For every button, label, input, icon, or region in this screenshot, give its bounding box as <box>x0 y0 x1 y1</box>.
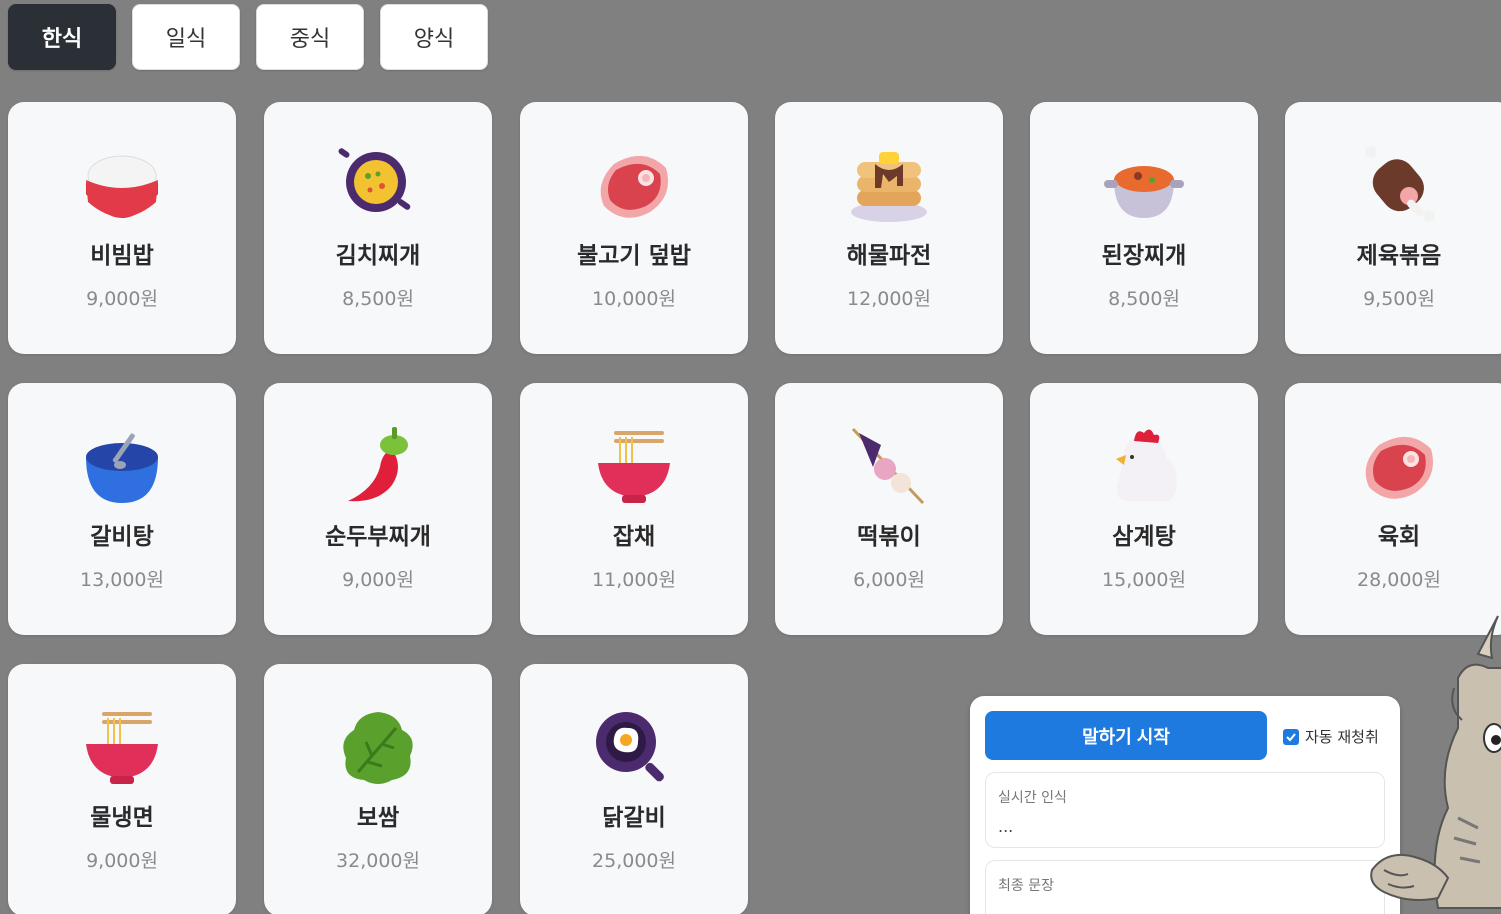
menu-card-samgyetang[interactable]: 삼계탕 15,000원 <box>1030 383 1258 635</box>
menu-price: 9,000원 <box>342 569 414 591</box>
auto-listen-checkbox[interactable] <box>1283 728 1299 745</box>
menu-name: 떡볶이 <box>857 524 921 550</box>
auto-listen-toggle[interactable]: 자동 재청취 <box>1283 726 1379 747</box>
pancakes-icon <box>851 152 927 222</box>
paella-pan-icon <box>338 148 411 212</box>
menu-card-bibimbap[interactable]: 비빔밥 9,000원 <box>8 102 236 354</box>
menu-name: 비빔밥 <box>90 243 154 269</box>
menu-name: 갈비탕 <box>90 524 154 550</box>
noodle-bowl-icon <box>598 431 670 503</box>
bowl-with-spoon-icon <box>86 433 158 503</box>
menu-name: 삼계탕 <box>1112 524 1176 550</box>
stew-pot-icon <box>1104 166 1184 218</box>
menu-card-haemul-pajeon[interactable]: 해물파전 12,000원 <box>775 102 1003 354</box>
menu-price: 11,000원 <box>592 569 676 591</box>
menu-name: 불고기 덮밥 <box>577 243 691 269</box>
frying-pan-egg-icon <box>596 712 664 782</box>
oden-skewer-icon <box>851 427 925 505</box>
menu-name: 순두부찌개 <box>325 524 431 550</box>
menu-name: 된장찌개 <box>1101 243 1187 269</box>
menu-card-yukhoe[interactable]: 육회 28,000원 <box>1285 383 1501 635</box>
meat-on-bone-icon <box>1365 146 1435 222</box>
mascot-character-icon <box>1370 615 1501 909</box>
menu-name: 해물파전 <box>846 243 932 269</box>
tab-korean[interactable]: 한식 <box>8 4 116 70</box>
menu-name: 육회 <box>1377 524 1421 550</box>
menu-price: 15,000원 <box>1102 569 1186 591</box>
menu-price: 6,000원 <box>853 569 925 591</box>
menu-card-mul-naengmyeon[interactable]: 물냉면 9,000원 <box>8 664 236 914</box>
tab-chinese[interactable]: 중식 <box>256 4 364 70</box>
menu-price: 9,000원 <box>86 850 158 872</box>
hot-pepper-icon <box>348 427 408 502</box>
noodle-bowl-icon <box>86 712 158 784</box>
menu-price: 12,000원 <box>847 288 931 310</box>
start-speaking-button[interactable]: 말하기 시작 <box>985 711 1267 760</box>
menu-name: 잡채 <box>612 524 656 550</box>
menu-card-bulgogi[interactable]: 불고기 덮밥 10,000원 <box>520 102 748 354</box>
menu-card-doenjang-jjigae[interactable]: 된장찌개 8,500원 <box>1030 102 1258 354</box>
menu-price: 28,000원 <box>1357 569 1441 591</box>
meat-cut-icon <box>600 155 668 218</box>
tab-japanese[interactable]: 일식 <box>132 4 240 70</box>
category-tabs: 한식 일식 중식 양식 <box>8 4 488 70</box>
menu-card-dakgalbi[interactable]: 닭갈비 25,000원 <box>520 664 748 914</box>
menu-name: 제육볶음 <box>1356 243 1442 269</box>
menu-price: 9,000원 <box>86 288 158 310</box>
menu-card-bossam[interactable]: 보쌈 32,000원 <box>264 664 492 914</box>
realtime-value: ... <box>998 817 1014 836</box>
check-icon <box>1286 732 1296 741</box>
menu-card-tteokbokki[interactable]: 떡볶이 6,000원 <box>775 383 1003 635</box>
menu-card-galbitang[interactable]: 갈비탕 13,000원 <box>8 383 236 635</box>
menu-price: 8,500원 <box>342 288 414 310</box>
menu-card-kimchi-jjigae[interactable]: 김치찌개 8,500원 <box>264 102 492 354</box>
tab-western[interactable]: 양식 <box>380 4 488 70</box>
menu-price: 9,500원 <box>1363 288 1435 310</box>
menu-card-sundubu-jjigae[interactable]: 순두부찌개 9,000원 <box>264 383 492 635</box>
menu-name: 물냉면 <box>90 805 154 831</box>
menu-name: 김치찌개 <box>335 243 421 269</box>
rice-bowl-icon <box>86 155 158 218</box>
menu-name: 닭갈비 <box>602 805 666 831</box>
final-sentence-box: 최종 문장 <box>985 860 1385 914</box>
menu-card-japchae[interactable]: 잡채 11,000원 <box>520 383 748 635</box>
voice-panel: 말하기 시작 자동 재청취 실시간 인식 ... 최종 문장 <box>970 696 1400 914</box>
realtime-recognition-box: 실시간 인식 ... <box>985 772 1385 848</box>
menu-price: 25,000원 <box>592 850 676 872</box>
kiosk-page: 한식 일식 중식 양식 비빔밥 9,000원 김치찌개 8,500원 불고기 덮… <box>0 0 1501 914</box>
meat-cut-icon <box>1365 436 1433 499</box>
realtime-label: 실시간 인식 <box>998 790 1067 806</box>
menu-price: 32,000원 <box>336 850 420 872</box>
final-label: 최종 문장 <box>998 878 1054 894</box>
menu-price: 13,000원 <box>80 569 164 591</box>
leafy-green-icon <box>343 712 413 784</box>
menu-name: 보쌈 <box>356 805 400 831</box>
chicken-icon <box>1116 429 1177 502</box>
menu-price: 10,000원 <box>592 288 676 310</box>
menu-price: 8,500원 <box>1108 288 1180 310</box>
menu-card-jeyuk-bokkeum[interactable]: 제육볶음 9,500원 <box>1285 102 1501 354</box>
